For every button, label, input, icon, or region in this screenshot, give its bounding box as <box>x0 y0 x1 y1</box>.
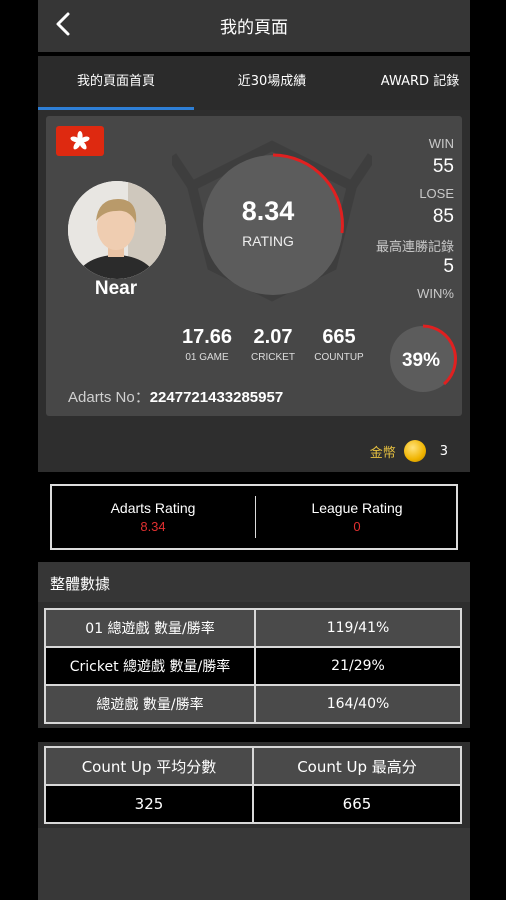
avatar[interactable] <box>68 181 166 279</box>
row-value: 164/40% <box>254 684 462 724</box>
rating-label: RATING <box>242 233 294 249</box>
row-value: 119/41% <box>254 608 462 648</box>
section-title: 整體數據 <box>50 575 111 593</box>
rating-value: 8.34 <box>241 196 295 226</box>
row-value: 21/29% <box>254 646 462 686</box>
win-value: 55 <box>432 156 454 177</box>
winpct-label: WIN% <box>417 286 454 301</box>
hong-kong-flag-icon <box>56 126 104 156</box>
adarts-rating-label: Adarts Rating <box>110 500 196 516</box>
table-row: Cricket 總遊戲 數量/勝率 21/29% <box>44 646 462 686</box>
table-row: 總遊戲 數量/勝率 164/40% <box>44 684 462 724</box>
coin-balance: 金幣 3 <box>370 440 448 462</box>
adarts-number-label: Adarts No： <box>68 389 150 406</box>
ratings-box: Adarts Rating 8.34 League Rating 0 <box>50 484 458 550</box>
table-row: 325 665 <box>44 784 462 824</box>
countup-avg-label: Count Up 平均分數 <box>44 746 254 786</box>
table-row: Count Up 平均分數 Count Up 最高分 <box>44 746 462 786</box>
streak-value: 5 <box>443 256 454 277</box>
league-rating-value: 0 <box>353 519 361 534</box>
overall-stats-table: 01 總遊戲 數量/勝率 119/41% Cricket 總遊戲 數量/勝率 2… <box>44 608 462 724</box>
profile-card: Near 8.34 RATING WIN 55 LOSE 85 最高連勝記錄 5… <box>46 116 462 416</box>
stat-countup-value: 665 <box>322 326 356 348</box>
coin-label: 金幣 <box>369 445 396 461</box>
row-label: 01 總遊戲 數量/勝率 <box>44 608 256 648</box>
league-rating: League Rating 0 <box>256 486 458 548</box>
adarts-rating: Adarts Rating 8.34 <box>52 486 254 548</box>
player-name: Near <box>94 278 138 299</box>
lose-label: LOSE <box>419 186 454 201</box>
adarts-rating-value: 8.34 <box>140 519 166 534</box>
coin-icon <box>403 440 426 462</box>
stat-countup: 665 COUNTUP <box>300 326 378 363</box>
streak-label: 最高連勝記錄 <box>375 239 454 254</box>
row-label: 總遊戲 數量/勝率 <box>44 684 256 724</box>
lose-value: 85 <box>432 206 454 227</box>
page-title: 我的頁面 <box>220 18 288 38</box>
coin-value: 3 <box>439 443 448 459</box>
table-row: 01 總遊戲 數量/勝率 119/41% <box>44 608 462 648</box>
tab-home[interactable]: 我的頁面首頁 <box>38 56 194 110</box>
tab-bar: 我的頁面首頁 近30場成績 AWARD 記錄 <box>38 56 470 110</box>
overall-stats-header: 整體數據 <box>38 562 470 602</box>
row-label: Cricket 總遊戲 數量/勝率 <box>44 646 256 686</box>
countup-table: Count Up 平均分數 Count Up 最高分 325 665 <box>44 746 462 824</box>
win-label: WIN <box>428 136 454 151</box>
bottom-panel <box>38 828 470 900</box>
section-gap <box>38 728 470 742</box>
tab-recent-30[interactable]: 近30場成績 <box>194 56 350 110</box>
countup-max-value: 665 <box>252 784 462 824</box>
profile-section: Near 8.34 RATING WIN 55 LOSE 85 最高連勝記錄 5… <box>38 110 470 472</box>
win-percent-value: 39% <box>401 350 441 371</box>
app-frame: 我的頁面 我的頁面首頁 近30場成績 AWARD 記錄 Near 8.34 RA… <box>38 0 470 900</box>
adarts-number: Adarts No：2247721433285957 <box>68 386 283 407</box>
adarts-number-value: 2247721433285957 <box>149 389 284 406</box>
tab-award[interactable]: AWARD 記錄 <box>350 56 490 110</box>
countup-max-label: Count Up 最高分 <box>252 746 462 786</box>
app-header: 我的頁面 <box>38 0 470 52</box>
stat-countup-label: COUNTUP <box>314 352 364 363</box>
league-rating-label: League Rating <box>311 500 403 516</box>
countup-avg-value: 325 <box>44 784 254 824</box>
